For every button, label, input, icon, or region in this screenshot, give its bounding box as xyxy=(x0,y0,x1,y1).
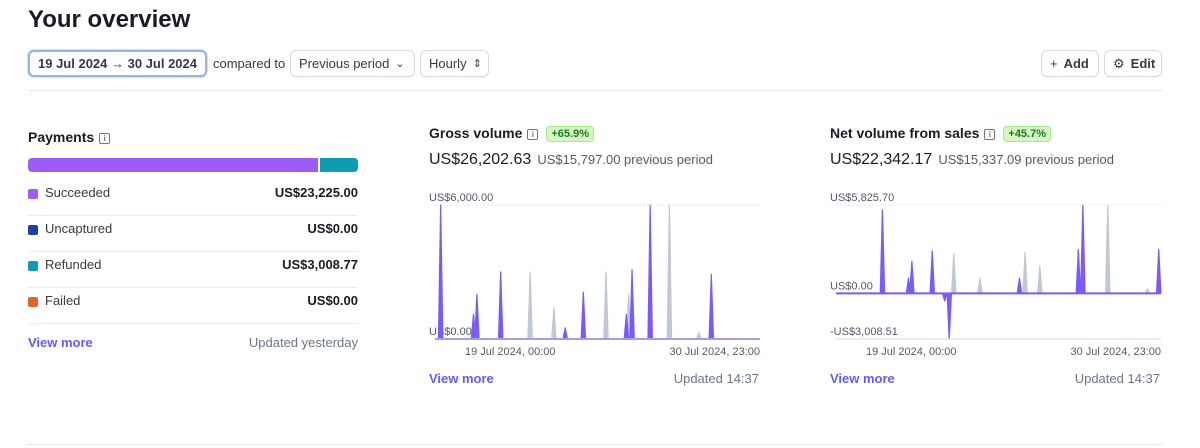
row-label: Succeeded xyxy=(45,185,111,200)
add-button[interactable]: + Add xyxy=(1041,50,1099,77)
info-icon[interactable]: i xyxy=(99,133,111,144)
gross-previous-period: US$15,797.00 previous period xyxy=(537,152,713,167)
gross-amount-value: US$26,202.63 xyxy=(429,151,532,168)
gross-volume-amount: US$26,202.63 US$15,797.00 previous period xyxy=(429,151,713,169)
net-previous-period: US$15,337.09 previous period xyxy=(938,152,1114,167)
y-tick-label: US$0.00 xyxy=(830,280,873,292)
previous-period-spike xyxy=(1022,251,1028,294)
payments-view-more-link[interactable]: View more xyxy=(28,335,93,350)
row-value: US$3,008.77 xyxy=(282,257,358,272)
y-tick-label: US$5,825.70 xyxy=(830,192,894,204)
bottom-divider xyxy=(28,444,1162,445)
current-period-spike xyxy=(909,260,915,294)
status-dot xyxy=(28,189,38,199)
payments-updated-label: Updated yesterday xyxy=(248,335,358,350)
net-volume-amount: US$22,342.17 US$15,337.09 previous period xyxy=(830,151,1114,169)
payments-title-text: Payments xyxy=(28,129,95,145)
gross-volume-title: Gross volume i +65.9% xyxy=(429,125,594,142)
add-label: Add xyxy=(1063,56,1089,71)
gear-icon: ⚙ xyxy=(1113,55,1125,71)
date-range-label: 19 Jul 2024 → 30 Jul 2024 xyxy=(38,56,197,71)
granularity-select[interactable]: Hourly ⇕ xyxy=(420,50,489,77)
status-dot xyxy=(28,261,38,271)
change-badge: +45.7% xyxy=(1003,126,1052,142)
previous-period-spike xyxy=(1037,265,1043,294)
current-period-spike xyxy=(647,204,653,340)
gross-view-more-link[interactable]: View more xyxy=(429,371,494,386)
plus-icon: + xyxy=(1050,56,1058,71)
net-volume-title-text: Net volume from sales xyxy=(830,125,980,141)
previous-period-spike xyxy=(950,253,957,294)
comparison-period-select[interactable]: Previous period ⌄ xyxy=(290,50,415,77)
date-range-picker[interactable]: 19 Jul 2024 → 30 Jul 2024 xyxy=(28,50,207,77)
row-value: US$0.00 xyxy=(307,293,358,308)
current-period-spike xyxy=(437,204,444,340)
row-value: US$0.00 xyxy=(307,221,358,236)
info-icon[interactable]: i xyxy=(984,129,996,140)
previous-period-spike xyxy=(1104,204,1111,294)
edit-label: Edit xyxy=(1130,56,1156,71)
current-period-spike xyxy=(946,293,953,340)
status-dot xyxy=(28,297,38,307)
previous-period-spike xyxy=(696,331,702,340)
granularity-label: Hourly xyxy=(429,56,467,71)
x-tick-label: 30 Jul 2024, 23:00 xyxy=(1070,346,1161,358)
refunded-segment xyxy=(320,158,358,172)
net-volume-chart[interactable]: US$5,825.70 US$0.00 -US$3,008.51 19 Jul 202… xyxy=(826,188,1166,363)
x-tick-label: 19 Jul 2024, 00:00 xyxy=(866,346,957,358)
row-label: Failed xyxy=(45,293,81,308)
comparison-period-label: Previous period xyxy=(299,56,390,71)
row-label: Uncaptured xyxy=(45,221,113,236)
info-icon[interactable]: i xyxy=(527,129,539,140)
current-period-spike xyxy=(708,273,715,340)
chevron-down-icon: ⌄ xyxy=(395,58,405,70)
net-volume-title: Net volume from sales i +45.7% xyxy=(830,125,1052,142)
payments-row-uncaptured[interactable]: Uncaptured US$0.00 xyxy=(28,216,358,252)
current-period-spike xyxy=(629,269,635,340)
net-view-more-link[interactable]: View more xyxy=(830,371,895,386)
gross-volume-title-text: Gross volume xyxy=(429,125,523,141)
current-period-spike xyxy=(580,291,587,340)
edit-button[interactable]: ⚙ Edit xyxy=(1104,50,1162,77)
payments-row-refunded[interactable]: Refunded US$3,008.77 xyxy=(28,252,358,288)
current-period-spike xyxy=(941,293,948,302)
payments-breakdown-bar xyxy=(28,158,358,172)
payments-row-succeeded[interactable]: Succeeded US$23,225.00 xyxy=(28,180,358,216)
net-amount-value: US$22,342.17 xyxy=(830,151,933,168)
y-tick-label: US$6,000.00 xyxy=(429,192,493,204)
status-dot xyxy=(28,225,38,235)
x-tick-label: 19 Jul 2024, 00:00 xyxy=(465,346,556,358)
toolbar: 19 Jul 2024 → 30 Jul 2024 compared to Pr… xyxy=(28,50,1162,78)
current-period-spike xyxy=(879,209,886,294)
change-badge: +65.9% xyxy=(546,126,594,142)
payments-title: Payments i xyxy=(28,129,111,145)
y-tick-label: -US$3,008.51 xyxy=(830,326,898,338)
current-period-spike xyxy=(1016,277,1023,294)
current-period-spike xyxy=(1155,248,1162,294)
compared-to-label: compared to xyxy=(213,56,286,71)
net-updated-label: Updated 14:37 xyxy=(1074,371,1160,386)
previous-period-spike xyxy=(666,204,673,340)
gross-volume-chart[interactable]: US$6,000.00 US$0.00 19 Jul 2024, 00:00 30 J… xyxy=(425,188,765,363)
row-value: US$23,225.00 xyxy=(274,185,358,200)
current-period-spike xyxy=(1075,248,1082,294)
current-period-spike xyxy=(474,293,480,340)
current-period-spike xyxy=(929,250,936,294)
payments-row-failed[interactable]: Failed US$0.00 xyxy=(28,288,358,324)
previous-period-spike xyxy=(527,271,533,340)
gross-updated-label: Updated 14:37 xyxy=(673,371,759,386)
succeeded-segment xyxy=(28,158,318,172)
current-period-spike xyxy=(497,271,504,340)
page-title: Your overview xyxy=(28,6,191,33)
up-down-chevron-icon: ⇕ xyxy=(472,58,482,70)
previous-period-spike xyxy=(977,277,983,294)
x-tick-label: 30 Jul 2024, 23:00 xyxy=(669,346,760,358)
previous-period-spike xyxy=(551,307,557,340)
y-tick-label: US$0.00 xyxy=(429,326,472,338)
current-period-spike xyxy=(1080,204,1086,294)
current-period-spike xyxy=(562,327,569,340)
top-divider xyxy=(28,90,1162,91)
row-label: Refunded xyxy=(45,257,102,272)
previous-period-spike xyxy=(603,271,609,340)
